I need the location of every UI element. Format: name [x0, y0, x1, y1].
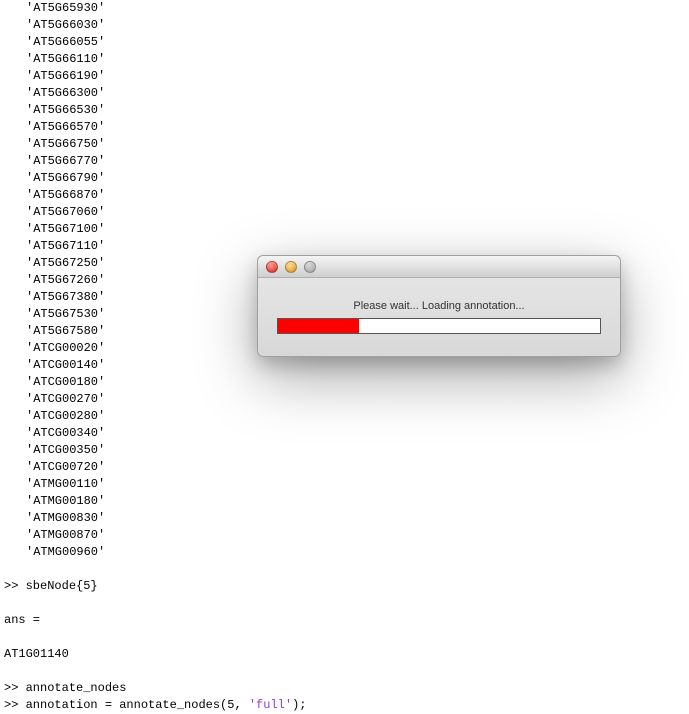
gene-item: 'AT5G66770' — [26, 153, 689, 170]
gene-item: 'AT5G66790' — [26, 170, 689, 187]
gene-item: 'AT5G67110' — [26, 238, 689, 255]
progress-dialog: Please wait... Loading annotation... — [257, 255, 621, 357]
minimize-icon[interactable] — [285, 261, 297, 273]
gene-item: 'AT5G67100' — [26, 221, 689, 238]
gene-item: 'ATCG00350' — [26, 442, 689, 459]
progress-bar — [277, 318, 601, 334]
close-icon[interactable] — [266, 261, 278, 273]
gene-item: 'ATCG00140' — [26, 357, 689, 374]
blank-line — [4, 561, 689, 578]
gene-item: 'ATCG00720' — [26, 459, 689, 476]
gene-item: 'ATMG00830' — [26, 510, 689, 527]
blank-line — [4, 595, 689, 612]
gene-item: 'AT5G66530' — [26, 102, 689, 119]
blank-line — [4, 663, 689, 680]
gene-item: 'AT5G66300' — [26, 85, 689, 102]
gene-item: 'AT5G65930' — [26, 0, 689, 17]
gene-item: 'ATMG00110' — [26, 476, 689, 493]
command-line-2: >> annotate_nodes — [4, 680, 689, 697]
dialog-message: Please wait... Loading annotation... — [272, 300, 606, 312]
gene-item: 'AT5G66110' — [26, 51, 689, 68]
matlab-terminal[interactable]: 'AT5G65930''AT5G66030''AT5G66055''AT5G66… — [0, 0, 689, 714]
zoom-icon[interactable] — [304, 261, 316, 273]
gene-item: 'ATMG00180' — [26, 493, 689, 510]
gene-item: 'AT5G66570' — [26, 119, 689, 136]
gene-item: 'AT5G66750' — [26, 136, 689, 153]
gene-item: 'ATCG00340' — [26, 425, 689, 442]
gene-item: 'ATMG00870' — [26, 527, 689, 544]
gene-item: 'ATCG00280' — [26, 408, 689, 425]
gene-item: 'ATCG00270' — [26, 391, 689, 408]
gene-item: 'AT5G66190' — [26, 68, 689, 85]
dialog-body: Please wait... Loading annotation... — [258, 278, 620, 356]
ans-value: AT1G01140 — [4, 646, 689, 663]
progress-fill — [278, 319, 359, 333]
command-line-1: >> sbeNode{5} — [4, 578, 689, 595]
blank-line — [4, 629, 689, 646]
gene-item: 'AT5G67060' — [26, 204, 689, 221]
command-line-3: >> annotation = annotate_nodes(5, 'full'… — [4, 697, 689, 714]
gene-item: 'AT5G66055' — [26, 34, 689, 51]
gene-item: 'ATMG00960' — [26, 544, 689, 561]
titlebar — [258, 256, 620, 278]
ans-label: ans = — [4, 612, 689, 629]
gene-item: 'ATCG00180' — [26, 374, 689, 391]
gene-item: 'AT5G66030' — [26, 17, 689, 34]
gene-item: 'AT5G66870' — [26, 187, 689, 204]
